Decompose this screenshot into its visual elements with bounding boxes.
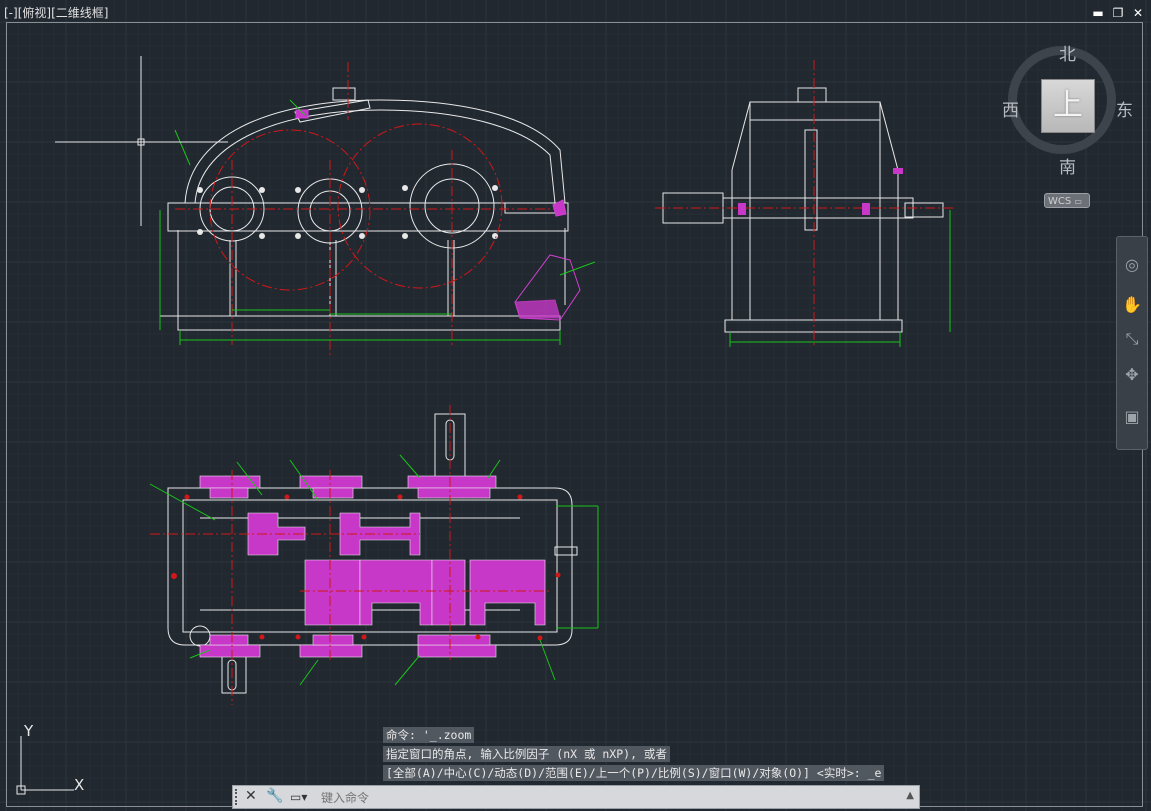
compass-south[interactable]: 南 bbox=[1059, 153, 1076, 178]
restore-button[interactable]: ❐ bbox=[1111, 6, 1125, 20]
ucs-y-label: Y bbox=[23, 722, 34, 740]
viewcube[interactable]: 上 北 南 东 西 bbox=[1000, 38, 1140, 178]
command-history-line: 指定窗口的角点, 输入比例因子 (nX 或 nXP), 或者 bbox=[383, 746, 670, 762]
wcs-dropdown-icon: ▭ bbox=[1074, 197, 1082, 206]
side-view-dimensions bbox=[729, 210, 951, 347]
side-view[interactable] bbox=[662, 87, 944, 333]
wcs-label: WCS bbox=[1048, 196, 1072, 207]
close-icon[interactable]: ✕ bbox=[245, 788, 257, 804]
compass-east[interactable]: 东 bbox=[1116, 96, 1133, 121]
visual-style-button[interactable]: [二维线框] bbox=[51, 6, 108, 20]
top-view-hatch bbox=[199, 475, 546, 658]
steering-wheel-icon[interactable]: ◎ bbox=[1120, 253, 1144, 277]
cursor-crosshair bbox=[55, 56, 228, 226]
compass-north[interactable]: 北 bbox=[1059, 40, 1076, 65]
close-button[interactable]: ✕ bbox=[1131, 6, 1145, 20]
minimize-button[interactable]: ▬ bbox=[1091, 6, 1105, 20]
command-history-arrow-icon[interactable]: ▲ bbox=[906, 790, 914, 801]
command-input[interactable] bbox=[319, 789, 903, 807]
wcs-menu-button[interactable]: WCS ▭ bbox=[1044, 193, 1090, 208]
pan-hand-icon[interactable]: ✋ bbox=[1120, 293, 1144, 317]
command-bar-grip[interactable] bbox=[235, 789, 243, 805]
command-bar: ✕ 🔧 ▭▾ ▲ bbox=[232, 785, 920, 809]
viewcube-top-face[interactable]: 上 bbox=[1041, 79, 1095, 133]
orbit-icon[interactable]: ✥ bbox=[1120, 363, 1144, 387]
customize-wrench-icon[interactable]: 🔧 bbox=[266, 788, 283, 804]
compass-west[interactable]: 西 bbox=[1002, 96, 1019, 121]
drawing-canvas[interactable] bbox=[0, 0, 1151, 811]
front-view-centerlines bbox=[175, 62, 560, 355]
window-controls: ▬ ❐ ✕ bbox=[1091, 6, 1145, 20]
ucs-icon: Y X bbox=[16, 722, 84, 795]
command-history-line: [全部(A)/中心(C)/动态(D)/范围(E)/上一个(P)/比例(S)/窗口… bbox=[383, 765, 885, 781]
show-motion-icon[interactable]: ▣ bbox=[1120, 405, 1144, 429]
ucs-x-label: X bbox=[74, 776, 84, 794]
command-history-line: 命令: '_.zoom bbox=[383, 727, 475, 743]
recent-commands-icon[interactable]: ▭▾ bbox=[290, 790, 307, 804]
viewport-controls[interactable]: [-][俯视][二维线框] bbox=[4, 4, 108, 21]
view-control-button[interactable]: [俯视] bbox=[18, 6, 51, 20]
zoom-extents-icon[interactable]: ⤡ bbox=[1120, 327, 1144, 351]
viewport-menu-button[interactable]: [-] bbox=[4, 6, 18, 20]
navigation-bar: ◎ ✋ ⤡ ✥ ▣ bbox=[1116, 236, 1148, 450]
